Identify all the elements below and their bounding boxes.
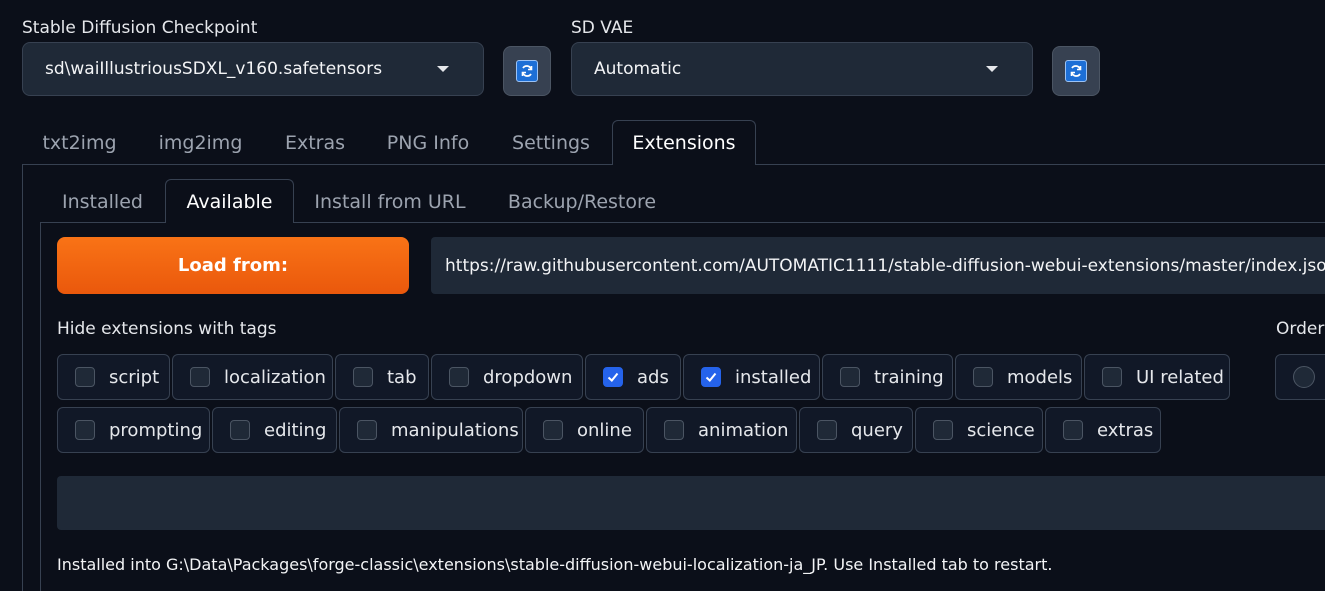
tag-checkbox-manipulations[interactable]: manipulations: [339, 407, 523, 453]
subtab-backup-restore[interactable]: Backup/Restore: [486, 180, 678, 223]
tag-checkbox-tab[interactable]: tab: [335, 354, 429, 400]
tag-label: models: [1007, 366, 1073, 388]
tag-checkbox-ui-related[interactable]: UI related: [1084, 354, 1230, 400]
load-from-button[interactable]: Load from:: [57, 237, 409, 294]
checkbox-icon[interactable]: [1102, 367, 1122, 387]
tag-checkbox-models[interactable]: models: [955, 354, 1082, 400]
tag-label: installed: [735, 366, 812, 388]
tag-checkbox-online[interactable]: online: [525, 407, 644, 453]
tag-label: training: [874, 366, 944, 388]
tag-label: prompting: [109, 419, 203, 441]
checkbox-icon[interactable]: [353, 367, 373, 387]
tag-label: science: [967, 419, 1035, 441]
tag-label: extras: [1097, 419, 1154, 441]
tab-png-info[interactable]: PNG Info: [366, 121, 490, 165]
checkbox-icon[interactable]: [933, 420, 953, 440]
extension-index-url-input[interactable]: https://raw.githubusercontent.com/AUTOMA…: [431, 237, 1325, 294]
checkpoint-label: Stable Diffusion Checkpoint: [22, 18, 258, 38]
tab-settings[interactable]: Settings: [490, 121, 612, 165]
tag-label: script: [109, 366, 160, 388]
tag-checkbox-animation[interactable]: animation: [646, 407, 797, 453]
tag-label: localization: [224, 366, 326, 388]
order-label: Order: [1276, 319, 1325, 339]
tag-checkbox-prompting[interactable]: prompting: [57, 407, 210, 453]
checkbox-icon[interactable]: [840, 367, 860, 387]
checkbox-icon[interactable]: [449, 367, 469, 387]
tab-img2img[interactable]: img2img: [137, 121, 264, 165]
tag-checkbox-training[interactable]: training: [822, 354, 953, 400]
tag-label: ads: [637, 366, 669, 388]
vae-value: Automatic: [594, 59, 682, 79]
tag-checkbox-science[interactable]: science: [915, 407, 1043, 453]
radio-icon[interactable]: [1293, 366, 1315, 388]
tag-label: editing: [264, 419, 327, 441]
checkbox-icon[interactable]: [1063, 420, 1083, 440]
extension-search-input[interactable]: [57, 476, 1325, 530]
order-option-radio[interactable]: [1275, 354, 1325, 400]
tab-extras[interactable]: Extras: [264, 121, 366, 165]
refresh-icon: [1065, 60, 1087, 82]
tab-txt2img[interactable]: txt2img: [22, 121, 137, 165]
tag-label: online: [577, 419, 632, 441]
subtab-available[interactable]: Available: [165, 179, 294, 223]
tag-label: manipulations: [391, 419, 519, 441]
tab-extensions[interactable]: Extensions: [612, 120, 756, 165]
checkbox-icon[interactable]: [357, 420, 377, 440]
sub-panel-left-border: [40, 222, 41, 591]
tag-label: animation: [698, 419, 789, 441]
checkbox-icon[interactable]: [664, 420, 684, 440]
checkbox-icon[interactable]: [75, 420, 95, 440]
tag-label: dropdown: [483, 366, 573, 388]
checkbox-icon[interactable]: [817, 420, 837, 440]
main-panel-left-border: [22, 164, 23, 591]
tag-checkbox-dropdown[interactable]: dropdown: [431, 354, 583, 400]
refresh-icon: [516, 60, 538, 82]
subtab-install-from-url[interactable]: Install from URL: [294, 180, 486, 223]
tag-checkbox-script[interactable]: script: [57, 354, 170, 400]
vae-refresh-button[interactable]: [1052, 46, 1100, 96]
subtab-installed[interactable]: Installed: [40, 180, 165, 223]
checkpoint-refresh-button[interactable]: [503, 46, 551, 96]
tag-checkbox-localization[interactable]: localization: [172, 354, 333, 400]
vae-label: SD VAE: [571, 18, 634, 38]
tag-label: tab: [387, 366, 417, 388]
checkpoint-dropdown[interactable]: sd\waiIllustriousSDXL_v160.safetensors: [22, 42, 484, 96]
hide-tags-label: Hide extensions with tags: [57, 319, 277, 339]
checkpoint-value: sd\waiIllustriousSDXL_v160.safetensors: [45, 59, 383, 79]
chevron-down-icon: [437, 66, 449, 72]
status-message: Installed into G:\Data\Packages\forge-cl…: [57, 555, 1053, 574]
checkbox-icon[interactable]: [190, 367, 210, 387]
tag-label: query: [851, 419, 903, 441]
checkbox-checked-icon[interactable]: [603, 367, 623, 387]
chevron-down-icon: [986, 66, 998, 72]
tag-label: UI related: [1136, 366, 1224, 388]
checkbox-checked-icon[interactable]: [701, 367, 721, 387]
checkbox-icon[interactable]: [973, 367, 993, 387]
checkbox-icon[interactable]: [75, 367, 95, 387]
tag-checkbox-query[interactable]: query: [799, 407, 913, 453]
tag-checkbox-installed[interactable]: installed: [683, 354, 820, 400]
checkbox-icon[interactable]: [230, 420, 250, 440]
vae-dropdown[interactable]: Automatic: [571, 42, 1033, 96]
tag-checkbox-extras[interactable]: extras: [1045, 407, 1161, 453]
checkbox-icon[interactable]: [543, 420, 563, 440]
tag-checkbox-editing[interactable]: editing: [212, 407, 337, 453]
tag-checkbox-ads[interactable]: ads: [585, 354, 681, 400]
